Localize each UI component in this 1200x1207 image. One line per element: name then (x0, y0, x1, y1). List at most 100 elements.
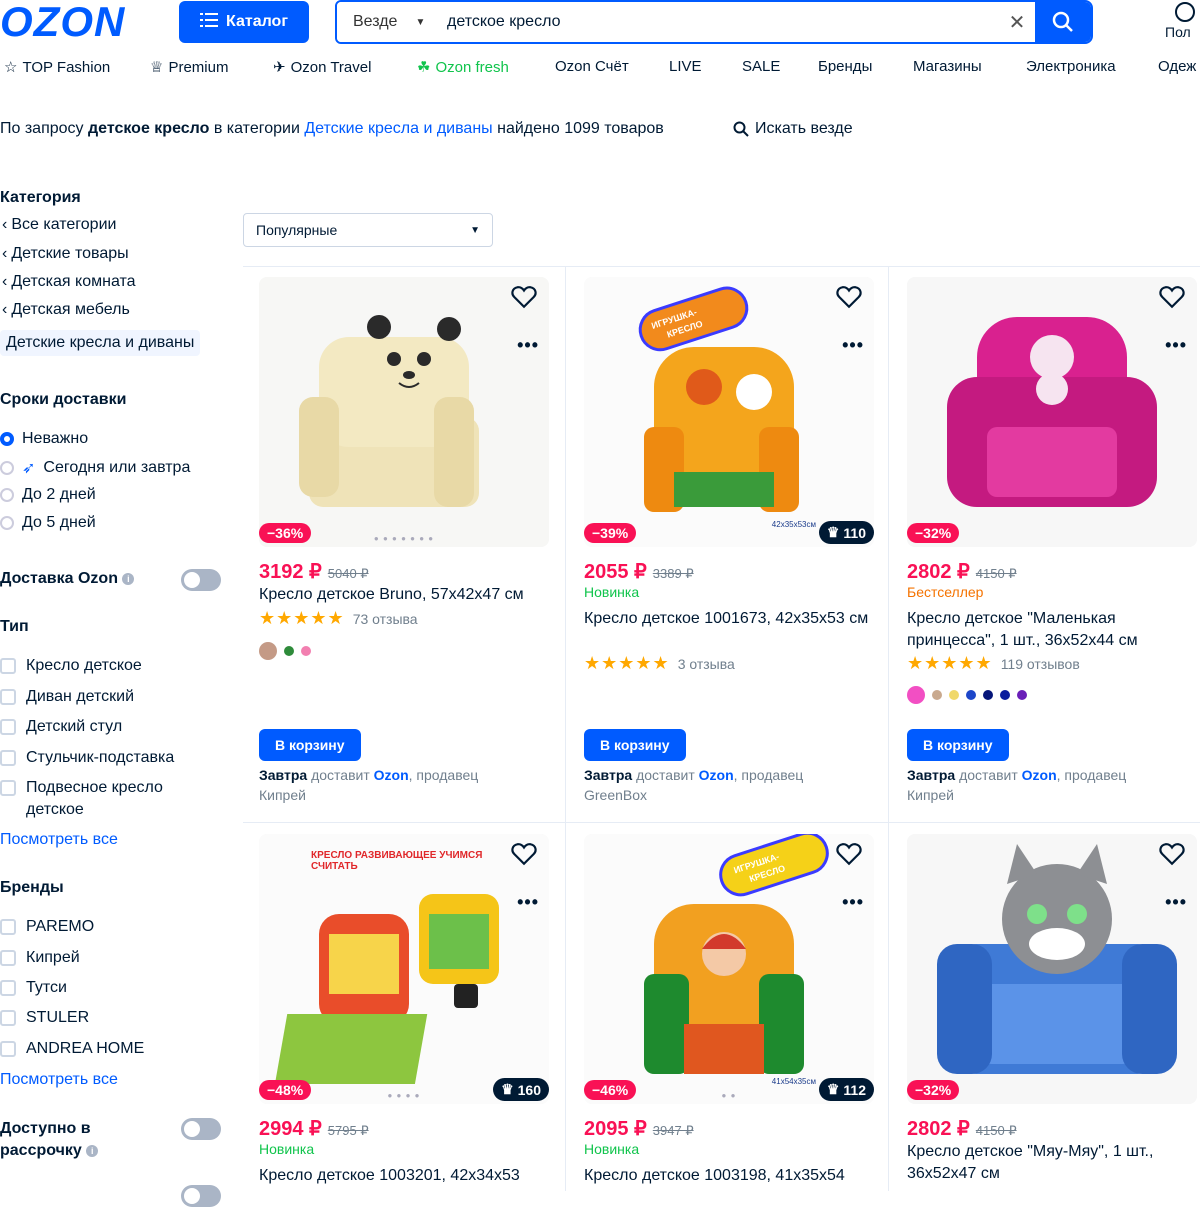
product-title[interactable]: Кресло детское "Мяу-Мяу", 1 шт., 36x52x4… (907, 1141, 1197, 1185)
type-checkbox[interactable]: Стульчик-подставка (0, 747, 174, 769)
more-icon[interactable]: ••• (1165, 335, 1187, 356)
nav-shops[interactable]: Магазины (913, 58, 982, 75)
heart-icon[interactable] (511, 842, 537, 866)
more-icon[interactable]: ••• (517, 335, 539, 356)
seller-name[interactable]: Кипрей (259, 787, 306, 803)
category-link[interactable]: ‹ Все категории (2, 216, 116, 234)
search-scope-select[interactable]: Везде ▼ (337, 2, 437, 42)
add-to-cart-button[interactable]: В корзину (907, 729, 1009, 761)
image-pager[interactable]: ● ● ● ● (388, 1091, 421, 1100)
ozon-logo[interactable]: OZON (0, 0, 125, 44)
nav-ozon-fresh[interactable]: ☘ Ozon fresh (417, 58, 509, 77)
login-label[interactable]: Пол (1165, 24, 1191, 40)
ozon-delivery-toggle[interactable] (181, 569, 221, 591)
product-image[interactable]: КРЕСЛО РАЗВИВАЮЩЕЕ УЧИМСЯ СЧИТАТЬ ••• −4… (259, 834, 549, 1104)
show-all-brands-link[interactable]: Посмотреть все (0, 1071, 118, 1089)
product-card[interactable]: КРЕСЛО РАЗВИВАЮЩЕЕ УЧИМСЯ СЧИТАТЬ ••• −4… (259, 834, 549, 1194)
color-swatch[interactable] (932, 690, 942, 700)
image-pager[interactable]: ● ● (722, 1091, 737, 1100)
product-title[interactable]: Кресло детское Bruno, 57x42x47 см (259, 584, 549, 606)
image-pager[interactable]: ● ● ● ● ● ● ● (374, 534, 434, 543)
product-card[interactable]: ИГРУШКА- КРЕСЛО ••• −39% 42x35x53см ♛ 110… (584, 277, 874, 807)
color-swatch[interactable] (284, 646, 294, 656)
heart-icon[interactable] (1159, 285, 1185, 309)
color-swatch[interactable] (907, 686, 925, 704)
product-image[interactable]: ••• −32% (907, 834, 1197, 1104)
nav-clothes[interactable]: Одеж (1158, 58, 1196, 75)
product-image[interactable]: ИГРУШКА- КРЕСЛО ••• −39% 42x35x53см ♛ 110 (584, 277, 874, 547)
nav-electronics[interactable]: Электроника (1026, 58, 1116, 75)
product-card[interactable]: ••• −32% 2802 ₽ 4150 ₽ Бестселлер Кресло… (907, 277, 1197, 807)
show-all-types-link[interactable]: Посмотреть все (0, 831, 118, 849)
product-card[interactable]: ИГРУШКА- КРЕСЛО ••• −46% 41x54x35см ♛ 112… (584, 834, 874, 1194)
heart-icon[interactable] (511, 285, 537, 309)
user-icon[interactable] (1175, 2, 1195, 22)
product-title[interactable]: Кресло детское 1003198, 41x35x54 (584, 1165, 874, 1187)
active-category[interactable]: Детские кресла и диваны (0, 330, 201, 356)
nav-ozon-schet[interactable]: Ozon Счёт (555, 58, 629, 75)
heart-icon[interactable] (836, 842, 862, 866)
more-icon[interactable]: ••• (842, 335, 864, 356)
seller-name[interactable]: GreenBox (584, 787, 647, 803)
nav-top-fashion[interactable]: ☆ TOP Fashion (4, 58, 110, 77)
info-icon[interactable]: i (86, 1144, 99, 1157)
delivery-option[interactable]: До 5 дней (0, 514, 96, 532)
catalog-button[interactable]: Каталог (179, 1, 309, 43)
color-swatch[interactable] (1000, 690, 1010, 700)
more-icon[interactable]: ••• (517, 892, 539, 913)
rating[interactable]: ★★★★★ 73 отзыва (259, 608, 418, 629)
type-checkbox[interactable]: Кресло детское (0, 655, 142, 677)
add-to-cart-button[interactable]: В корзину (584, 729, 686, 761)
product-title[interactable]: Кресло детское 1001673, 42x35x53 см (584, 608, 874, 630)
more-icon[interactable]: ••• (842, 892, 864, 913)
product-image[interactable]: ИГРУШКА- КРЕСЛО ••• −46% 41x54x35см ♛ 112… (584, 834, 874, 1104)
clear-icon[interactable]: ✕ (999, 2, 1035, 42)
category-link[interactable]: ‹ Детские товары (2, 245, 129, 263)
type-checkbox[interactable]: Подвесное кресло детское (0, 777, 190, 821)
color-swatch[interactable] (949, 690, 959, 700)
color-swatch[interactable] (259, 642, 277, 660)
color-swatch[interactable] (1017, 690, 1027, 700)
sort-select[interactable]: Популярные ▼ (243, 213, 493, 247)
nav-premium[interactable]: ♕ Premium (150, 58, 228, 77)
extra-toggle[interactable] (181, 1185, 221, 1207)
query-category-link[interactable]: Детские кресла и диваны (304, 120, 492, 137)
heart-icon[interactable] (1159, 842, 1185, 866)
category-link[interactable]: ‹ Детская мебель (2, 301, 130, 319)
rating[interactable]: ★★★★★ 119 отзывов (907, 653, 1080, 674)
nav-brands[interactable]: Бренды (818, 58, 872, 75)
product-card[interactable]: ••• −36% ● ● ● ● ● ● ● 3192 ₽ 5040 ₽ Кре… (259, 277, 549, 807)
nav-ozon-travel[interactable]: ✈ Ozon Travel (273, 58, 371, 77)
brand-checkbox[interactable]: ANDREA HOME (0, 1038, 144, 1060)
brand-checkbox[interactable]: Кипрей (0, 947, 80, 969)
nav-live[interactable]: LIVE (669, 58, 702, 75)
search-everywhere-link[interactable]: Искать везде (733, 120, 853, 138)
product-title[interactable]: Кресло детское "Маленькая принцесса", 1 … (907, 608, 1197, 652)
brand-checkbox[interactable]: STULER (0, 1007, 89, 1029)
search-button[interactable] (1035, 2, 1091, 42)
delivery-option[interactable]: До 2 дней (0, 486, 96, 504)
color-swatch[interactable] (301, 646, 311, 656)
search-input[interactable] (437, 2, 999, 42)
product-image[interactable]: ••• −36% ● ● ● ● ● ● ● (259, 277, 549, 547)
rating[interactable]: ★★★★★ 3 отзыва (584, 653, 735, 674)
delivery-option[interactable]: ➶ Сегодня или завтра (0, 458, 190, 478)
type-checkbox[interactable]: Диван детский (0, 686, 134, 708)
color-swatch[interactable] (966, 690, 976, 700)
brand-checkbox[interactable]: Тутси (0, 977, 67, 999)
color-swatch[interactable] (983, 690, 993, 700)
product-image[interactable]: ••• −32% (907, 277, 1197, 547)
category-link[interactable]: ‹ Детская комната (2, 273, 136, 291)
type-checkbox[interactable]: Детский стул (0, 716, 122, 738)
product-card[interactable]: ••• −32% 2802 ₽ 4150 ₽ Кресло детское "М… (907, 834, 1197, 1194)
product-title[interactable]: Кресло детское 1003201, 42x34x53 (259, 1165, 549, 1187)
brand-checkbox[interactable]: PAREMO (0, 916, 94, 938)
add-to-cart-button[interactable]: В корзину (259, 729, 361, 761)
installment-toggle[interactable] (181, 1118, 221, 1140)
info-icon[interactable]: i (122, 572, 135, 585)
heart-icon[interactable] (836, 285, 862, 309)
seller-name[interactable]: Кипрей (907, 787, 954, 803)
more-icon[interactable]: ••• (1165, 892, 1187, 913)
delivery-option[interactable]: Неважно (0, 430, 88, 448)
nav-sale[interactable]: SALE (742, 58, 780, 75)
